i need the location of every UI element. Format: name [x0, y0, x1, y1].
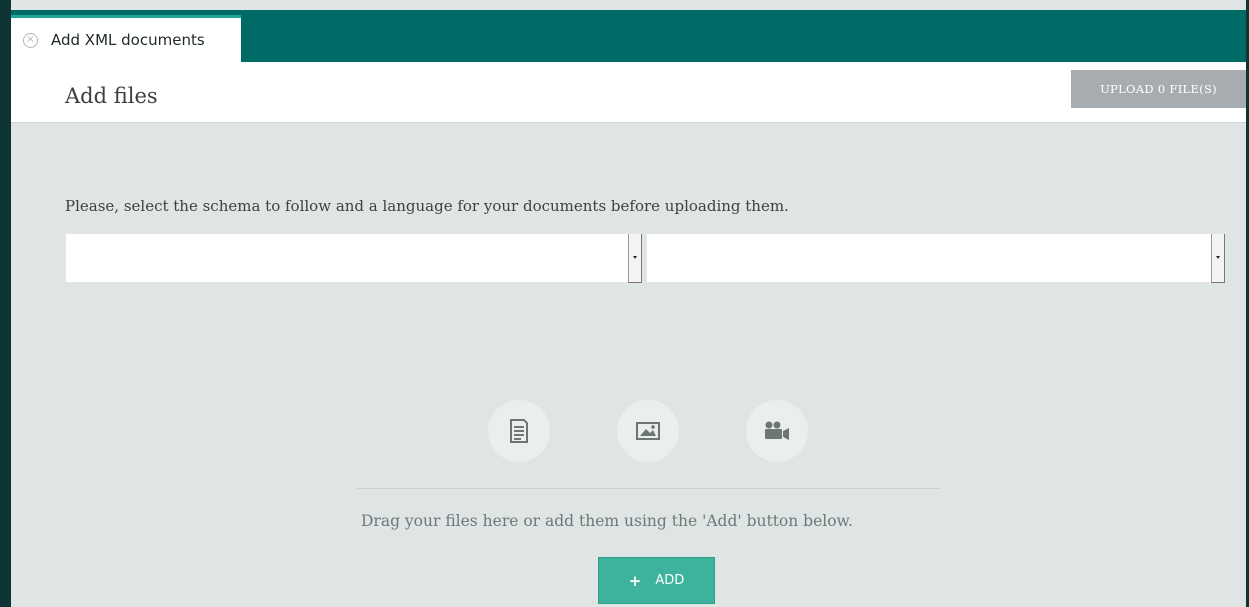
tab-bar: × Add XML documents	[11, 10, 1246, 62]
tab-add-xml-documents[interactable]: × Add XML documents	[11, 15, 241, 62]
dropzone-divider	[357, 488, 940, 489]
app-window: × Add XML documents Add files UPLOAD 0 F…	[0, 0, 1249, 607]
video-icon-circle	[746, 400, 808, 462]
chevron-down-icon[interactable]	[1211, 234, 1225, 283]
upload-files-button[interactable]: UPLOAD 0 FILE(S)	[1071, 70, 1246, 108]
chevron-down-icon[interactable]	[628, 234, 642, 283]
schema-select[interactable]	[65, 233, 643, 283]
add-button-label: ADD	[655, 573, 685, 588]
dropzone-icons	[0, 400, 1249, 462]
image-icon-circle	[617, 400, 679, 462]
close-icon[interactable]: ×	[23, 32, 38, 48]
page-header: Add files UPLOAD 0 FILE(S)	[11, 62, 1246, 123]
language-select[interactable]	[646, 233, 1226, 283]
plus-icon: +	[628, 571, 642, 590]
document-icon-circle	[488, 400, 550, 462]
tab-label: Add XML documents	[51, 31, 205, 49]
instructions-text: Please, select the schema to follow and …	[65, 197, 789, 215]
window-left-border	[0, 0, 11, 607]
image-icon	[636, 422, 660, 440]
page-title: Add files	[65, 84, 158, 108]
add-button[interactable]: + ADD	[598, 557, 715, 604]
document-icon	[510, 419, 528, 443]
video-icon	[765, 421, 789, 440]
dropzone-hint: Drag your files here or add them using t…	[361, 512, 853, 530]
